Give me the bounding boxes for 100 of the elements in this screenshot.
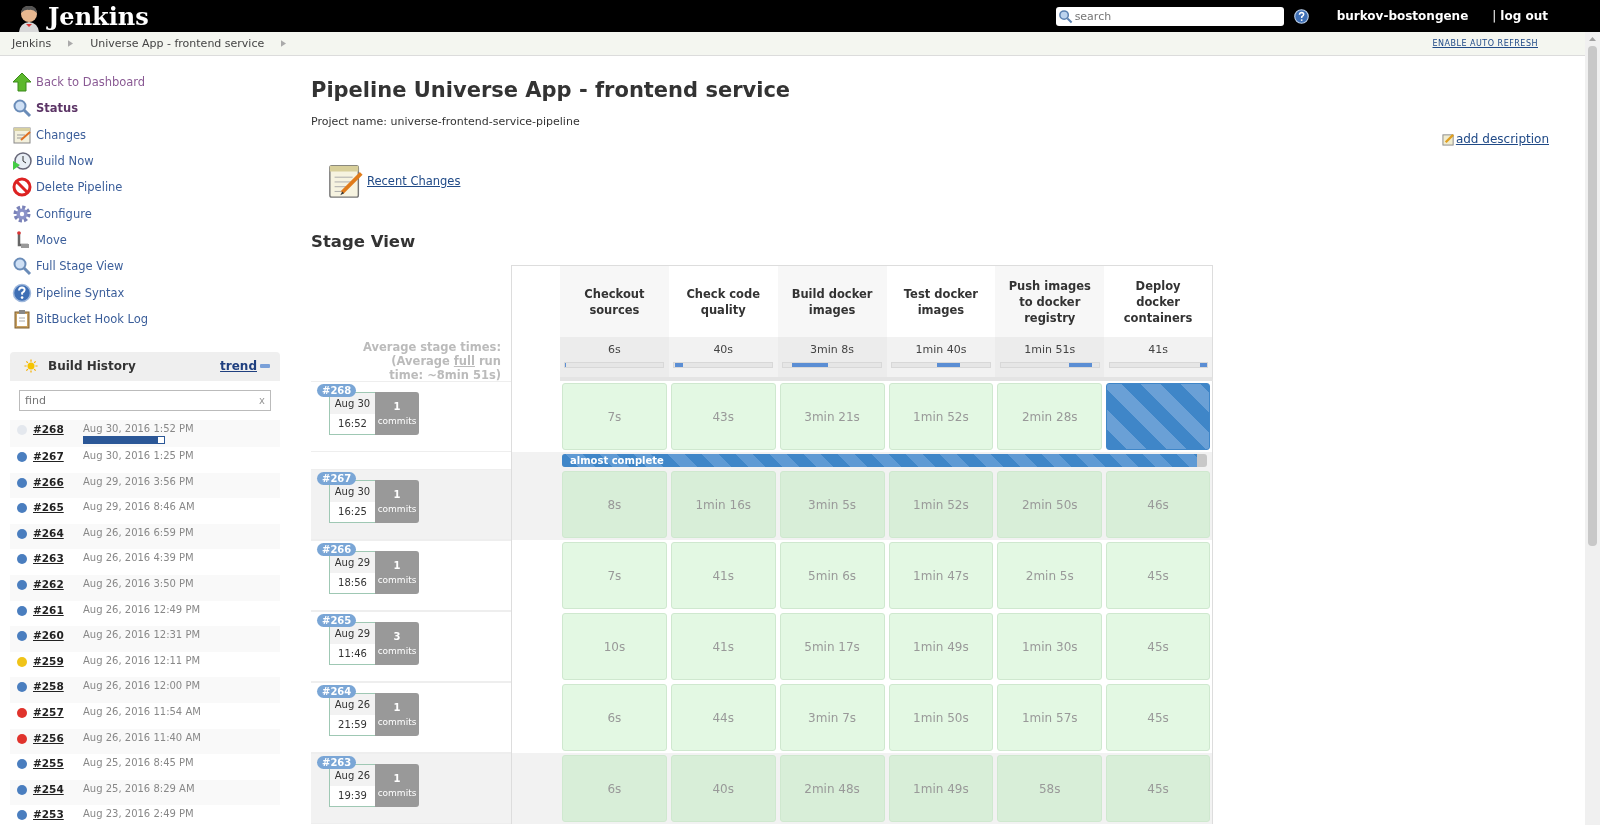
clipboard-icon [12, 308, 32, 329]
build-link[interactable]: #257 [33, 705, 83, 718]
build-link[interactable]: #260 [33, 629, 83, 642]
add-description-link[interactable]: add description [1455, 132, 1549, 146]
clear-button[interactable]: x [259, 394, 265, 406]
build-link[interactable]: #266 [33, 475, 83, 488]
build-badge[interactable]: #265 [317, 614, 357, 627]
stage-cell[interactable]: 3min 5s [779, 471, 885, 538]
build-link[interactable]: #261 [33, 603, 83, 616]
sidebar-link[interactable]: Back to Dashboard [36, 75, 146, 90]
stage-cell[interactable]: 2min 48s [779, 755, 885, 822]
breadcrumb-link[interactable]: Universe App - frontend service [90, 37, 265, 50]
sidebar-link[interactable]: Build Now [36, 154, 94, 169]
stage-cell[interactable]: 41s [670, 613, 776, 680]
run-time: 16:25 [337, 505, 368, 519]
stage-cell[interactable]: 43s [670, 383, 776, 450]
breadcrumb-link[interactable]: Jenkins [12, 37, 52, 50]
commits-box[interactable]: 1 commits [375, 693, 419, 736]
commits-box[interactable]: 3 commits [375, 622, 419, 665]
stage-cell[interactable]: 1min 57s [997, 684, 1103, 751]
stage-cell[interactable]: 1min 47s [888, 542, 994, 609]
build-link[interactable]: #256 [33, 731, 83, 744]
help-icon[interactable] [1293, 8, 1309, 24]
build-link[interactable]: #267 [33, 449, 83, 462]
sidebar-link[interactable]: Changes [36, 127, 87, 142]
build-link[interactable]: #263 [33, 552, 83, 565]
commits-box[interactable]: 1 commits [375, 392, 419, 435]
stage-cell[interactable]: 8s [562, 471, 667, 538]
build-badge[interactable]: #268 [317, 384, 357, 397]
logout-link[interactable]: log out [1500, 9, 1548, 23]
build-badge[interactable]: #264 [317, 685, 357, 698]
notepad-icon [327, 162, 365, 200]
find-field[interactable]: find x [19, 389, 271, 411]
sidebar-link[interactable]: Move [36, 232, 67, 247]
stage-cell[interactable]: 40s [670, 755, 776, 822]
run-time: 18:56 [337, 576, 368, 590]
commits-box[interactable]: 1 commits [375, 764, 419, 807]
stage-cell[interactable]: 2min 50s [997, 471, 1103, 538]
running-stage-cell[interactable] [1106, 383, 1210, 450]
build-link[interactable]: #265 [33, 501, 83, 514]
stage-cell[interactable]: 1min 50s [888, 684, 994, 751]
sidebar-link[interactable]: Configure [36, 206, 92, 221]
build-link[interactable]: #268 [33, 422, 83, 435]
stage-cell[interactable]: 2min 28s [997, 383, 1103, 450]
commits-label: commits [377, 717, 417, 727]
stage-cell[interactable]: 7s [562, 383, 667, 450]
search-icon [12, 98, 32, 119]
build-date: Aug 26, 2016 6:59 PM [83, 526, 194, 538]
full-link[interactable]: full [453, 354, 475, 368]
brand-name[interactable]: Jenkins [48, 2, 149, 32]
stage-cell[interactable]: 5min 17s [779, 613, 885, 680]
stage-cell[interactable]: 2min 5s [997, 542, 1103, 609]
column-header: Deploy docker containers [1104, 265, 1213, 337]
build-badge[interactable]: #267 [317, 472, 357, 485]
build-link[interactable]: #253 [33, 808, 83, 821]
recent-changes-link[interactable]: Recent Changes [367, 174, 461, 188]
no-entry-icon [12, 177, 32, 198]
search-field[interactable]: search [1055, 6, 1284, 26]
stage-cell[interactable]: 1min 49s [888, 613, 994, 680]
stage-cell[interactable]: 45s [1106, 542, 1210, 609]
commit-count: 3 [393, 631, 401, 642]
build-badge[interactable]: #266 [317, 543, 357, 556]
build-link[interactable]: #254 [33, 782, 83, 795]
stage-cell[interactable]: 10s [562, 613, 667, 680]
stage-cell[interactable]: 5min 6s [779, 542, 885, 609]
sidebar-link[interactable]: BitBucket Hook Log [36, 311, 149, 326]
arrow-up-icon [12, 72, 32, 93]
sidebar-link[interactable]: Full Stage View [36, 259, 124, 274]
build-link[interactable]: #255 [33, 757, 83, 770]
stage-cell[interactable]: 45s [1106, 755, 1210, 822]
build-link[interactable]: #262 [33, 577, 83, 590]
stage-cell[interactable]: 6s [562, 684, 667, 751]
stage-cell[interactable]: 45s [1106, 613, 1210, 680]
build-link[interactable]: #259 [33, 654, 83, 667]
commits-box[interactable]: 1 commits [375, 480, 419, 523]
stage-cell[interactable]: 1min 52s [888, 383, 994, 450]
stage-cell[interactable]: 1min 16s [670, 471, 776, 538]
stage-cell[interactable]: 46s [1106, 471, 1210, 538]
build-link[interactable]: #258 [33, 680, 83, 693]
build-link[interactable]: #264 [33, 526, 83, 539]
stage-cell[interactable]: 3min 21s [779, 383, 885, 450]
stage-cell[interactable]: 41s [670, 542, 776, 609]
stage-cell[interactable]: 7s [562, 542, 667, 609]
stage-cell[interactable]: 1min 49s [888, 755, 994, 822]
stage-cell[interactable]: 44s [670, 684, 776, 751]
trend-link[interactable]: trend [220, 359, 257, 374]
stage-cell[interactable]: 3min 7s [779, 684, 885, 751]
stage-cell[interactable]: 45s [1106, 684, 1210, 751]
stage-cell[interactable]: 6s [562, 755, 667, 822]
build-badge[interactable]: #263 [317, 756, 357, 769]
scrollbar[interactable] [1585, 32, 1600, 825]
auto-refresh-link[interactable]: ENABLE AUTO REFRESH [1432, 39, 1538, 48]
sidebar-link[interactable]: Status [36, 101, 79, 116]
stage-cell[interactable]: 58s [997, 755, 1103, 822]
sidebar-link[interactable]: Delete Pipeline [36, 180, 123, 195]
sidebar-link[interactable]: Pipeline Syntax [36, 285, 125, 300]
user-link[interactable]: burkov-bostongene [1336, 9, 1469, 23]
stage-cell[interactable]: 1min 52s [888, 471, 994, 538]
commits-box[interactable]: 1 commits [375, 551, 419, 594]
stage-cell[interactable]: 1min 30s [997, 613, 1103, 680]
